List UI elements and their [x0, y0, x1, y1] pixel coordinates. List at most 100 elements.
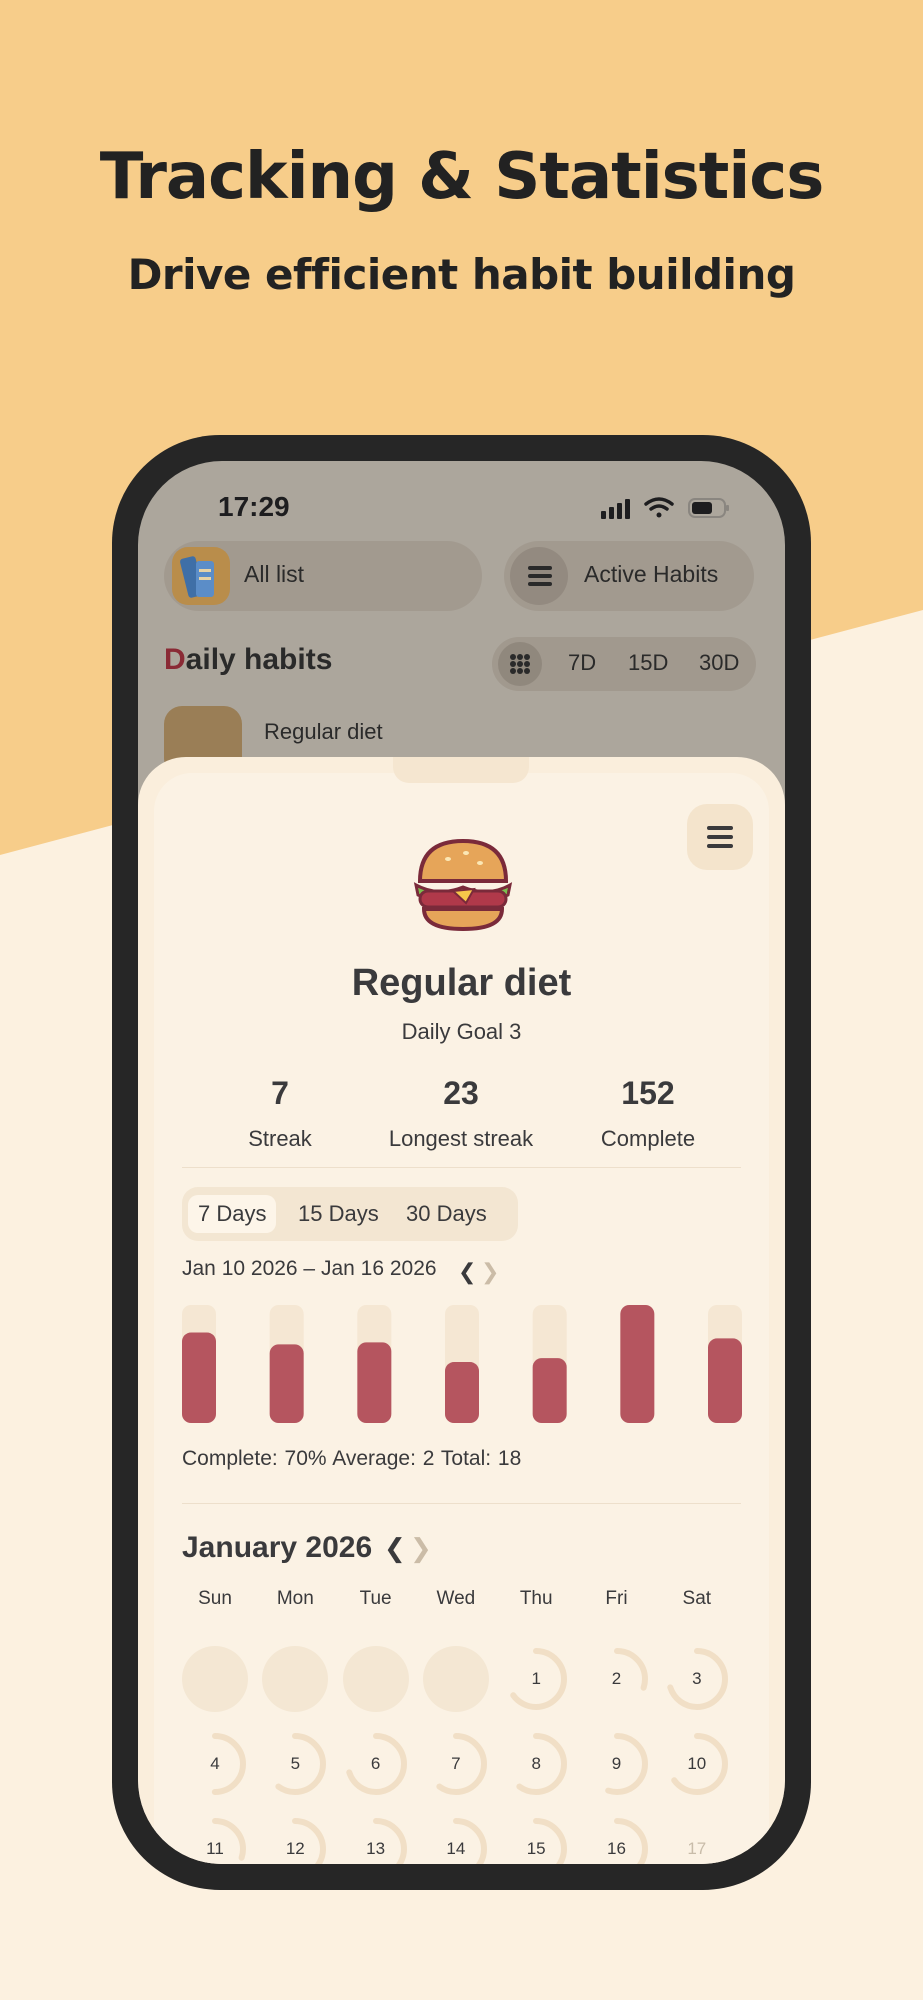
period-7-days[interactable]: 7 Days: [188, 1195, 277, 1233]
sheet-menu-button[interactable]: [687, 804, 753, 870]
calendar-day[interactable]: 7: [423, 1731, 489, 1797]
battery-icon: [688, 498, 729, 518]
weekday-thu: Thu: [519, 1588, 553, 1609]
calendar-day[interactable]: 5: [262, 1731, 328, 1797]
stat-value: 7: [271, 1075, 289, 1111]
empty-day: [422, 1646, 489, 1712]
range-selector: 7D 15D 30D: [492, 637, 756, 691]
bar-jan-15[interactable]: [620, 1305, 655, 1423]
calendar-day[interactable]: 9: [584, 1731, 650, 1797]
empty-day: [182, 1646, 248, 1712]
calendar-day[interactable]: 15: [503, 1816, 569, 1864]
subheadline: Drive efficient habit building: [127, 250, 796, 299]
stat-longest-streak: 23 Longest streak: [371, 1075, 551, 1152]
completion-bar-chart: [182, 1305, 742, 1423]
weekday-mon: Mon: [276, 1588, 314, 1609]
day-number: 14: [446, 1839, 466, 1858]
period-selector: 7 Days 15 Days 30 Days: [182, 1187, 518, 1241]
day-number: 7: [451, 1754, 461, 1773]
chevron-right-icon[interactable]: ❯: [481, 1259, 499, 1285]
chevron-left-icon[interactable]: ❮: [384, 1533, 406, 1564]
day-number: 13: [366, 1839, 386, 1858]
weekday-sat: Sat: [682, 1588, 712, 1609]
active-habits-filter[interactable]: Active Habits: [504, 541, 754, 611]
stat-complete: 152 Complete: [558, 1075, 738, 1152]
status-icons: [601, 497, 729, 519]
calendar-day[interactable]: 3: [664, 1646, 730, 1712]
chart-summary: Complete: 70% Average: 2 Total: 18: [182, 1447, 522, 1470]
day-number: 1: [531, 1669, 541, 1688]
bar-jan-14[interactable]: [532, 1358, 567, 1423]
bar-jan-11[interactable]: [269, 1344, 304, 1423]
day-number: 17: [687, 1839, 707, 1858]
period-15-days[interactable]: 15 Days: [288, 1195, 389, 1233]
bar-jan-13[interactable]: [445, 1362, 479, 1423]
range-15d[interactable]: 15D: [628, 650, 668, 676]
date-range-label: Jan 10 2026 – Jan 16 2026: [182, 1257, 437, 1280]
background-habit-title[interactable]: Regular diet: [264, 719, 383, 745]
day-number: 5: [290, 1754, 301, 1773]
weekday-tue: Tue: [359, 1588, 392, 1609]
habit-name: Regular diet: [351, 962, 572, 1004]
divider: [182, 1503, 741, 1504]
day-number: 3: [692, 1669, 702, 1688]
weekday-wed: Wed: [436, 1588, 476, 1609]
bar-jan-10[interactable]: [182, 1332, 216, 1423]
phone-screen: 17:29 All list Active Habits Daily habit…: [138, 461, 785, 1864]
signal-icon: [601, 499, 630, 519]
menu-icon: [510, 547, 568, 605]
day-number: 2: [611, 1669, 622, 1688]
divider: [182, 1167, 741, 1168]
bar-jan-16[interactable]: [708, 1338, 742, 1423]
day-number: 10: [687, 1754, 707, 1773]
day-number: 4: [210, 1754, 220, 1773]
calendar-day[interactable]: 6: [343, 1731, 409, 1797]
headline: Tracking & Statistics: [99, 140, 825, 214]
calendar-day[interactable]: 1: [503, 1646, 569, 1712]
habit-detail-sheet: Regular diet Daily Goal 3 7 Streak 23 Lo…: [138, 757, 785, 1864]
active-habits-label: Active Habits: [584, 561, 719, 587]
grid-icon[interactable]: [498, 642, 542, 686]
stat-label: Longest streak: [388, 1126, 534, 1151]
calendar-day[interactable]: 8: [503, 1731, 569, 1797]
books-icon: [172, 547, 230, 605]
section-title: Daily habits: [164, 643, 333, 676]
calendar-day[interactable]: 2: [584, 1646, 650, 1712]
calendar-day[interactable]: 13: [343, 1816, 409, 1864]
weekday-fri: Fri: [605, 1588, 628, 1609]
bar-jan-12[interactable]: [357, 1342, 392, 1423]
day-number: 12: [285, 1839, 305, 1858]
stat-value: 23: [443, 1075, 479, 1111]
stat-label: Streak: [248, 1126, 312, 1151]
range-30d[interactable]: 30D: [699, 650, 739, 676]
habit-goal: Daily Goal 3: [401, 1019, 522, 1044]
status-time: 17:29: [218, 491, 290, 522]
chevron-left-icon[interactable]: ❮: [458, 1259, 476, 1285]
all-list-label: All list: [244, 561, 305, 587]
day-number: 9: [611, 1754, 622, 1773]
calendar-day[interactable]: 14: [423, 1816, 489, 1864]
empty-day: [342, 1646, 409, 1712]
day-number: 6: [370, 1754, 381, 1773]
stat-streak: 7 Streak: [190, 1075, 370, 1152]
stat-label: Complete: [600, 1126, 696, 1151]
burger-icon: [413, 838, 513, 932]
range-7d[interactable]: 7D: [568, 650, 596, 676]
weekday-sun: Sun: [198, 1588, 232, 1609]
chevron-right-icon[interactable]: ❯: [410, 1533, 432, 1564]
wifi-icon: [644, 497, 674, 518]
calendar-day[interactable]: 11: [182, 1816, 248, 1864]
calendar-day[interactable]: 4: [182, 1731, 248, 1797]
calendar-day[interactable]: 16: [584, 1816, 650, 1864]
period-30-days[interactable]: 30 Days: [396, 1195, 497, 1233]
day-number: 11: [206, 1839, 224, 1858]
stat-value: 152: [621, 1075, 675, 1111]
calendar-day[interactable]: 17: [664, 1816, 730, 1864]
all-list-button[interactable]: All list: [164, 541, 482, 611]
day-number: 8: [531, 1754, 541, 1773]
calendar-day[interactable]: 10: [664, 1731, 730, 1797]
empty-day: [262, 1646, 329, 1712]
phone-frame: 17:29 All list Active Habits Daily habit…: [112, 435, 811, 1890]
calendar-day[interactable]: 12: [262, 1816, 328, 1864]
sheet-grabber[interactable]: [393, 757, 529, 783]
